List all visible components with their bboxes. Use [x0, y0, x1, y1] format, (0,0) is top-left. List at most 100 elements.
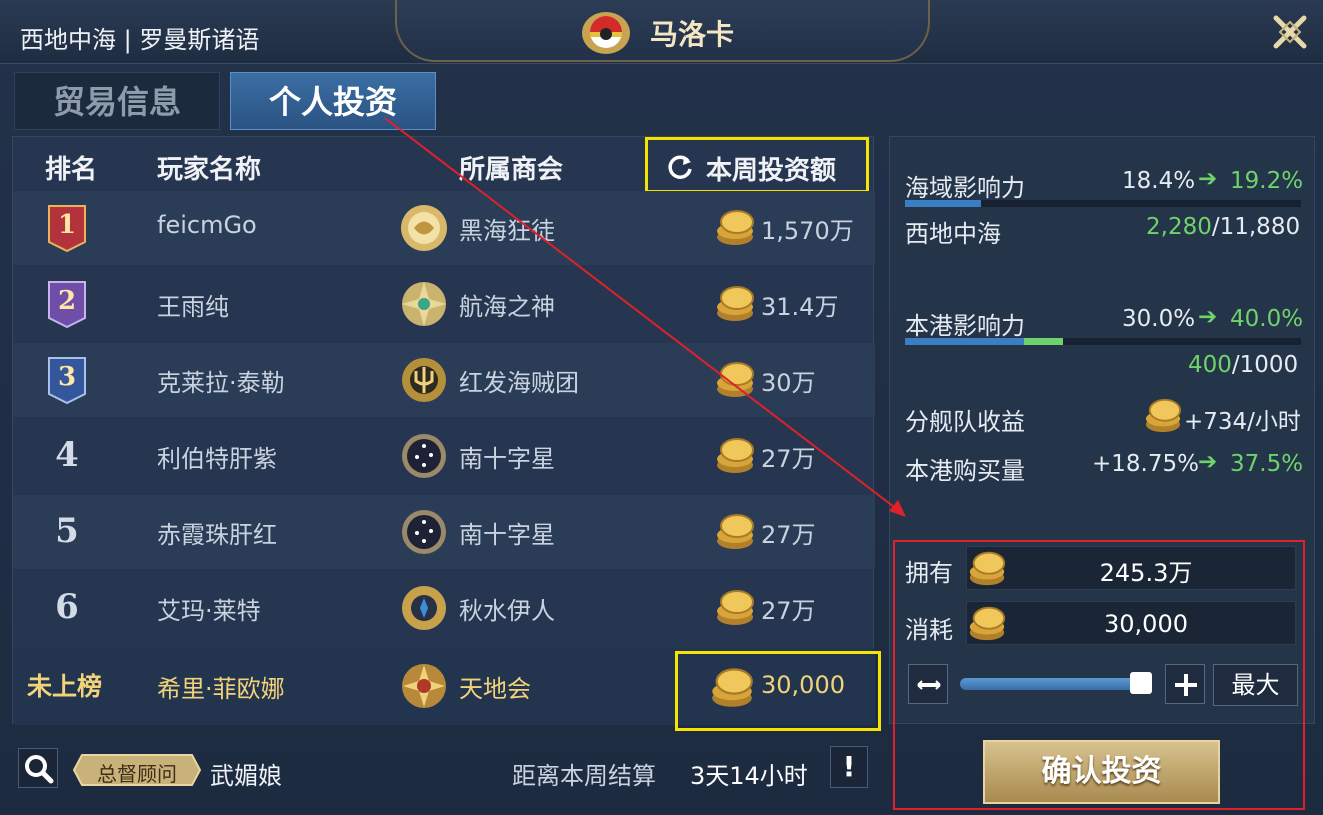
rank-medal-purple-icon [48, 281, 86, 328]
purchase-to: 37.5% [1230, 451, 1304, 477]
gold-coin-icon [1145, 398, 1182, 433]
column-header-rank: 排名 [45, 155, 98, 185]
amount-slider[interactable] [960, 678, 1150, 690]
settle-time: 3天14小时 [690, 762, 808, 790]
sea-influence-label: 海域影响力 [905, 174, 1025, 202]
player-name: 利伯特肝紫 [157, 445, 277, 473]
guild-name: 红发海贼团 [459, 369, 579, 397]
investment-screen: 西地中海 | 罗曼斯诸语 马洛卡 贸易信息 个人投资 排名 玩家名称 所属商会 [0, 0, 1323, 815]
rank-number: 4 [55, 435, 79, 475]
confirm-invest-button[interactable]: 确认投资 [983, 740, 1220, 804]
gold-coin-icon [717, 438, 754, 473]
city-name: 马洛卡 [650, 18, 735, 51]
ranking-panel: 排名 玩家名称 所属商会 本周投资额 1 feicmGo 黑海狂徒 1,570万… [12, 136, 881, 731]
sea-influence-to: 19.2% [1230, 168, 1304, 194]
rank-medal-blue-icon [48, 357, 86, 404]
gold-coin-icon [717, 210, 754, 245]
title-bar: 西地中海 | 罗曼斯诸语 马洛卡 [0, 0, 1323, 64]
player-name: 赤霞珠肝红 [157, 521, 277, 549]
invest-amount: 27万 [761, 445, 816, 473]
port-influence-label: 本港影响力 [905, 312, 1025, 340]
sea-influence-bar [905, 200, 1301, 207]
guild-emblem-compass-icon [402, 282, 446, 326]
rank-number: 5 [55, 511, 79, 551]
rank-medal-red-icon [48, 205, 86, 252]
gold-coin-icon [712, 668, 753, 707]
sea-progress: 2,280/11,880 [1146, 214, 1300, 240]
player-name: 克莱拉·泰勒 [157, 369, 285, 397]
tab-personal-invest[interactable]: 个人投资 [230, 72, 436, 130]
cost-value: 30,000 [1104, 610, 1188, 638]
increase-arrow-icon: ➔ [1198, 166, 1218, 192]
close-icon[interactable] [1270, 12, 1310, 52]
gold-coin-icon [717, 514, 754, 549]
city-emblem-icon [582, 12, 630, 54]
player-name: 艾玛·莱特 [157, 597, 261, 625]
search-icon [25, 755, 54, 784]
port-influence-bar-gain [1023, 338, 1064, 345]
player-name: 王雨纯 [157, 293, 229, 321]
guild-name: 天地会 [459, 675, 531, 703]
guild-emblem-trident-icon [402, 358, 446, 402]
sea-name: 西地中海 [905, 220, 1001, 248]
guild-name: 航海之神 [459, 293, 555, 321]
sea-progress-current: 2,280 [1146, 214, 1212, 240]
self-row[interactable]: 未上榜 希里·菲欧娜 天地会 30,000 [13, 647, 881, 731]
port-influence-to: 40.0% [1230, 306, 1304, 332]
rank-number: 6 [55, 587, 79, 627]
self-rank-label: 未上榜 [27, 672, 103, 701]
refresh-icon[interactable] [666, 153, 694, 181]
player-name: feicmGo [157, 211, 257, 239]
table-row[interactable]: 3 克莱拉·泰勒 红发海贼团 30万 [13, 343, 875, 417]
owned-label: 拥有 [905, 559, 953, 587]
title-badge-label: 总督顾问 [97, 762, 177, 786]
guild-name: 南十字星 [459, 521, 555, 549]
column-header-invest: 本周投资额 [706, 156, 837, 186]
title-badge: 总督顾问 [72, 753, 202, 787]
port-progress-current: 400 [1188, 352, 1232, 378]
decrease-button[interactable] [908, 664, 948, 704]
invest-amount: 27万 [761, 597, 816, 625]
admirer-name: 武媚娘 [210, 762, 282, 790]
invest-amount: 30万 [761, 369, 816, 397]
guild-emblem-southern-cross-icon [402, 510, 446, 554]
guild-name: 南十字星 [459, 445, 555, 473]
guild-name: 秋水伊人 [459, 597, 555, 625]
fleet-income-label: 分舰队收益 [905, 408, 1025, 436]
sea-progress-total: /11,880 [1211, 214, 1301, 240]
column-header-guild: 所属商会 [459, 155, 564, 185]
amount-slider-knob[interactable] [1129, 672, 1152, 694]
column-header-invest-highlight: 本周投资额 [645, 137, 869, 193]
table-row[interactable]: 1 feicmGo 黑海狂徒 1,570万 [13, 191, 875, 265]
guild-emblem-gold-dragon-icon [401, 205, 447, 251]
sea-influence-from: 18.4% [1122, 168, 1196, 194]
increase-button[interactable] [1165, 664, 1205, 704]
gold-coin-icon [717, 362, 754, 397]
table-row[interactable]: 5 赤霞珠肝红 南十字星 27万 [13, 495, 875, 569]
plus-icon [1175, 674, 1197, 696]
guild-emblem-sun-icon [402, 586, 446, 630]
owned-value: 245.3万 [1099, 559, 1193, 587]
sea-influence-bar-fill [905, 200, 982, 207]
info-button[interactable]: ! [830, 746, 868, 788]
port-progress: 400/1000 [1188, 352, 1298, 378]
guild-emblem-star-icon [402, 664, 446, 708]
invest-amount: 31.4万 [761, 293, 839, 321]
search-button[interactable] [18, 748, 58, 788]
tab-trade-info[interactable]: 贸易信息 [14, 72, 220, 130]
max-button[interactable]: 最大 [1213, 664, 1298, 706]
increase-arrow-icon: ➔ [1198, 304, 1218, 330]
table-row[interactable]: 6 艾玛·莱特 秋水伊人 27万 [13, 571, 875, 645]
port-influence-bar [905, 338, 1301, 345]
table-row[interactable]: 4 利伯特肝紫 南十字星 27万 [13, 419, 875, 493]
table-row[interactable]: 2 王雨纯 航海之神 31.4万 [13, 267, 875, 341]
table-header: 排名 玩家名称 所属商会 本周投资额 [13, 137, 875, 193]
cost-label: 消耗 [905, 616, 953, 644]
amount-slider-fill [960, 678, 1141, 690]
minus-icon [917, 680, 941, 690]
port-progress-total: /1000 [1231, 352, 1299, 378]
port-influence-from: 30.0% [1122, 306, 1196, 332]
increase-arrow-icon: ➔ [1198, 449, 1218, 475]
guild-emblem-southern-cross-icon [402, 434, 446, 478]
port-influence-bar-fill [905, 338, 1024, 345]
